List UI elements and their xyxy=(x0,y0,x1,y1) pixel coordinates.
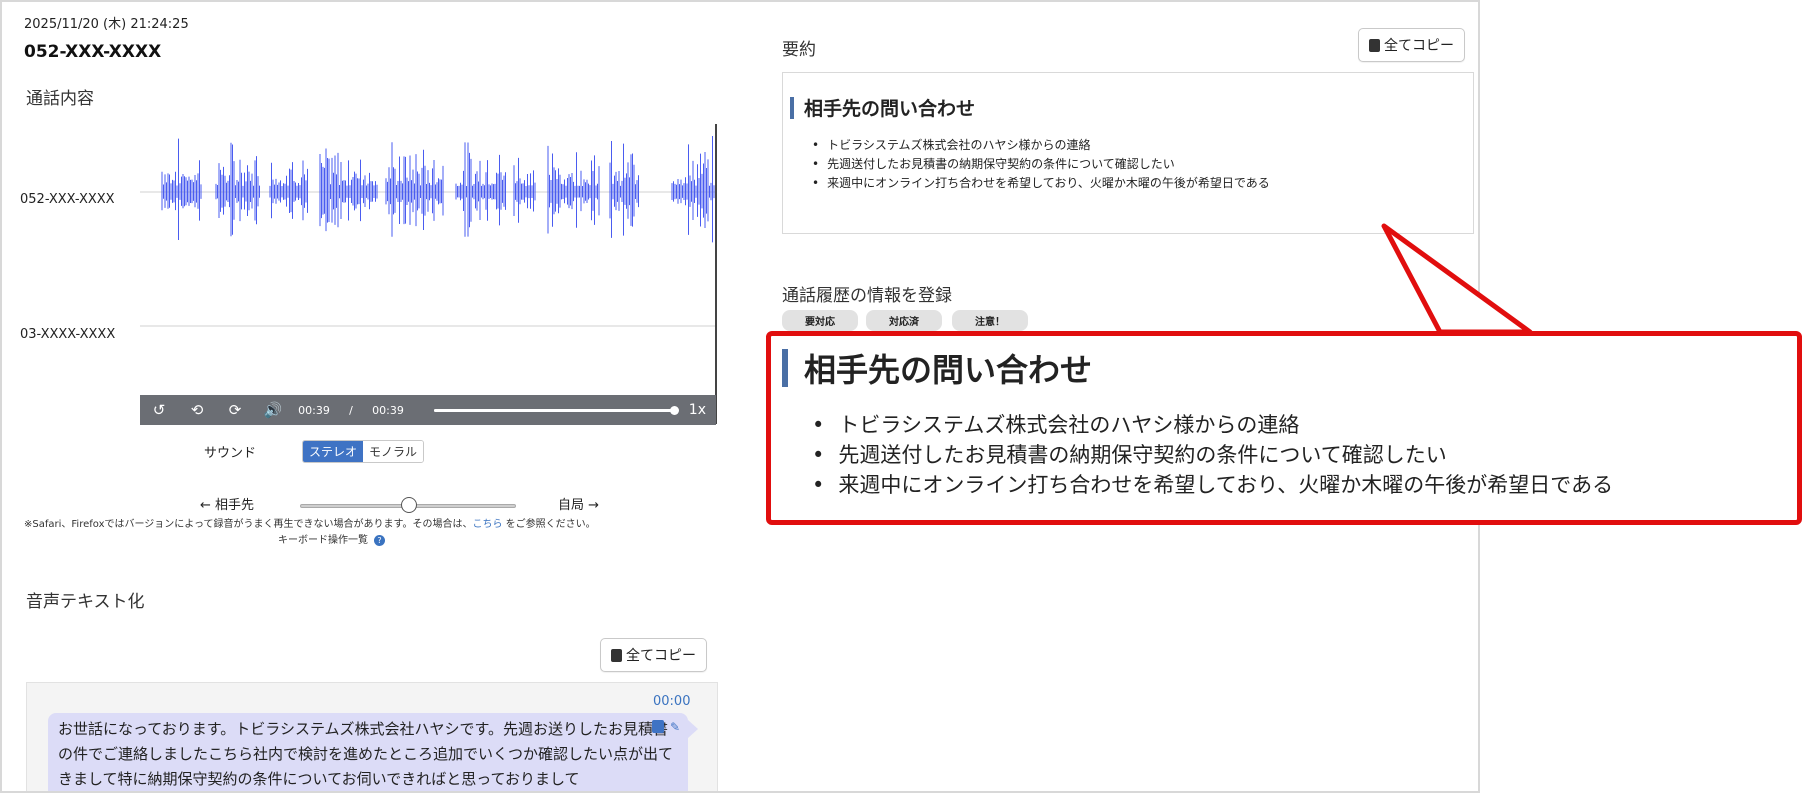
phone-number-title: 052-XXX-XXXX xyxy=(24,42,162,62)
seek-bar-fill xyxy=(434,408,674,412)
stereo-option[interactable]: ステレオ xyxy=(303,441,364,462)
audio-player-bar: ↺ ⟲ ⟳ 🔊 00:39 / 00:39 1x xyxy=(140,395,716,425)
copy-icon xyxy=(1369,38,1380,52)
copy-all-transcript-button[interactable]: 全てコピー xyxy=(600,638,707,672)
seek-bar[interactable] xyxy=(434,405,679,415)
browser-note-suffix: をご参照ください。 xyxy=(502,519,596,530)
callout-heading: 相手先の問い合わせ xyxy=(782,345,1092,391)
browser-note: ※Safari、Firefoxではバージョンによって録音がうまく再生できない場合… xyxy=(24,515,596,530)
summary-heading: 要約 xyxy=(782,40,816,60)
callout-pointer xyxy=(1381,223,1533,335)
callout-title: 相手先の問い合わせ xyxy=(804,351,1093,389)
time-separator: / xyxy=(349,403,353,417)
tag-done[interactable]: 対応済 xyxy=(866,310,942,331)
seek-knob[interactable] xyxy=(670,405,679,415)
heading-accent-bar xyxy=(790,96,794,119)
copy-icon xyxy=(611,648,622,662)
copy-all-summary-button[interactable]: 全てコピー xyxy=(1358,28,1465,62)
keyboard-shortcuts[interactable]: キーボード操作一覧? xyxy=(278,531,385,546)
transcript-timestamp[interactable]: 00:00 xyxy=(653,694,690,709)
restart-icon[interactable]: ↺ xyxy=(140,401,178,419)
copy-all-label: 全てコピー xyxy=(626,648,696,664)
register-heading: 通話履歴の情報を登録 xyxy=(782,286,952,306)
transcript-bubble: お世話になっております。トビラシステムズ株式会社ハヤシです。先週お送りしたお見積… xyxy=(48,713,688,791)
browser-note-link[interactable]: こちら xyxy=(473,519,503,530)
browser-note-text: ※Safari、Firefoxではバージョンによって録音がうまく再生できない場合… xyxy=(24,519,473,530)
playhead-line xyxy=(715,124,717,424)
copy-icon[interactable] xyxy=(652,720,664,733)
call-datetime: 2025/11/20 (木) 21:24:25 xyxy=(24,17,189,32)
waveform-caller-channel xyxy=(161,136,716,243)
edit-pencil-icon[interactable]: ✎ xyxy=(670,720,680,734)
copy-all-label: 全てコピー xyxy=(1384,38,1454,54)
balance-slider-knob[interactable] xyxy=(401,497,417,513)
summary-section-title: 相手先の問い合わせ xyxy=(804,98,976,120)
call-content-heading: 通話内容 xyxy=(26,89,94,109)
summary-item: 先週送付したお見積書の納期保守契約の条件について確認したい xyxy=(812,155,1270,174)
callout-accent-bar xyxy=(782,349,788,387)
sound-mode-toggle: ステレオ モノラル xyxy=(302,440,425,463)
speed-button[interactable]: 1x xyxy=(689,402,706,418)
track-label-self: 03-XXXX-XXXX xyxy=(20,327,116,342)
bubble-arrow xyxy=(688,720,698,738)
volume-icon[interactable]: 🔊 xyxy=(254,401,292,419)
current-time: 00:39 xyxy=(298,403,330,417)
callout-item: トビラシステムズ株式会社のハヤシ様からの連絡 xyxy=(812,410,1613,440)
tag-needs-action[interactable]: 要対応 xyxy=(782,310,858,331)
balance-right-label: 自局 → xyxy=(558,498,600,513)
callout-list: トビラシステムズ株式会社のハヤシ様からの連絡 先週送付したお見積書の納期保守契約… xyxy=(812,410,1613,500)
tag-caution[interactable]: 注意！ xyxy=(952,310,1028,331)
bubble-actions: ✎ xyxy=(652,720,680,734)
track-label-caller: 052-XXX-XXXX xyxy=(20,192,115,207)
summary-list: トビラシステムズ株式会社のハヤシ様からの連絡 先週送付したお見積書の納期保守契約… xyxy=(812,136,1270,193)
sound-label: サウンド xyxy=(204,446,257,461)
callout-item: 先週送付したお見積書の納期保守契約の条件について確認したい xyxy=(812,440,1613,470)
duration-time: 00:39 xyxy=(372,403,404,417)
waveform-svg xyxy=(140,136,716,327)
waveform-display[interactable] xyxy=(140,124,716,424)
keyboard-shortcuts-label[interactable]: キーボード操作一覧 xyxy=(278,535,368,546)
mono-option[interactable]: モノラル xyxy=(363,441,424,462)
forward-icon[interactable]: ⟳ xyxy=(216,401,254,419)
summary-item: 来週中にオンライン打ち合わせを希望しており、火曜か木曜の午後が希望日である xyxy=(812,174,1270,193)
rewind-icon[interactable]: ⟲ xyxy=(178,401,216,419)
summary-item: トビラシステムズ株式会社のハヤシ様からの連絡 xyxy=(812,136,1270,155)
balance-left-label: ← 相手先 xyxy=(200,498,255,513)
transcription-heading: 音声テキスト化 xyxy=(26,592,145,612)
help-icon[interactable]: ? xyxy=(374,535,385,546)
callout-item: 来週中にオンライン打ち合わせを希望しており、火曜か木曜の午後が希望日である xyxy=(812,470,1613,500)
summary-section-heading: 相手先の問い合わせ xyxy=(790,94,975,121)
